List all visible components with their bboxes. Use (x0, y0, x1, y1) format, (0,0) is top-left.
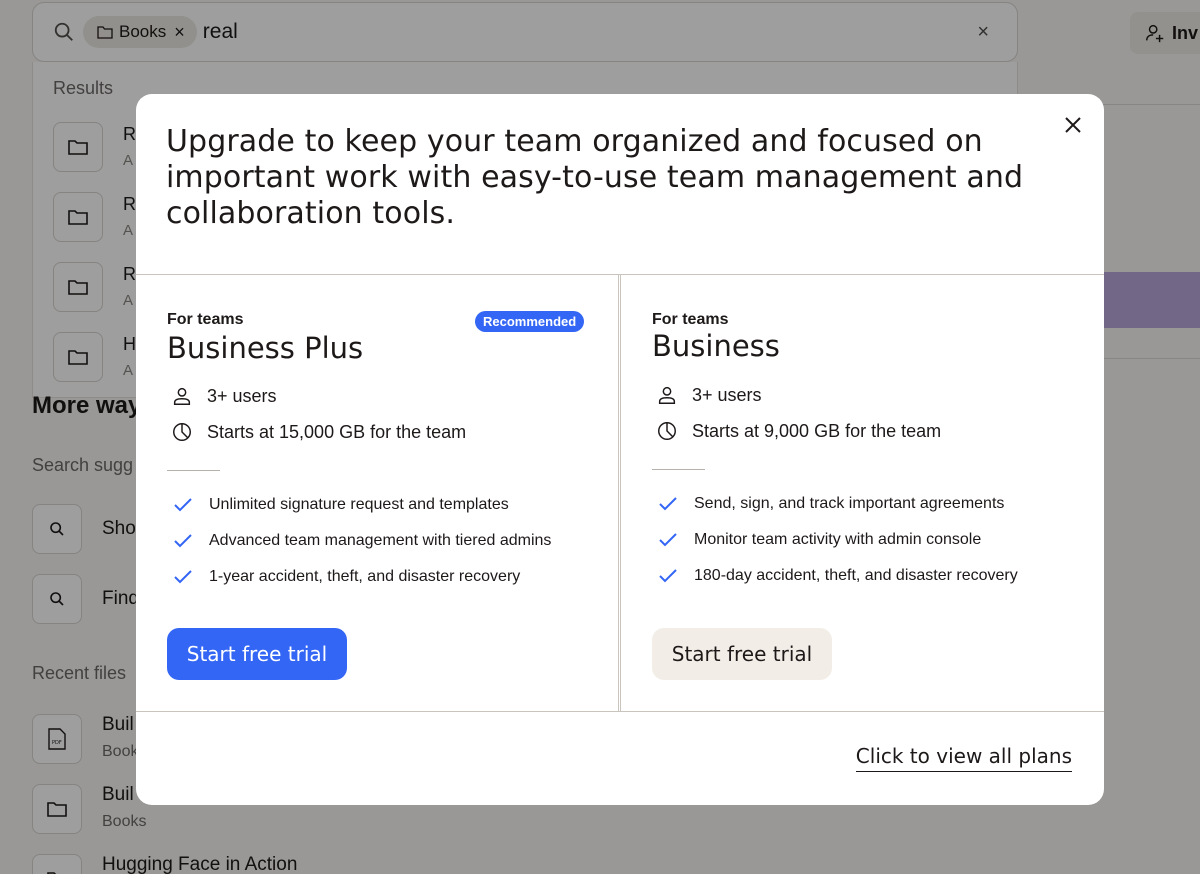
plan-feature-text: 1-year accident, theft, and disaster rec… (209, 568, 521, 585)
plan-feature: Advanced team management with tiered adm… (173, 531, 551, 551)
check-icon (174, 498, 192, 512)
plan-feature-text: Send, sign, and track important agreemen… (694, 495, 1005, 512)
plan-storage: Starts at 15,000 GB for the team (207, 421, 467, 442)
plan-feature: Monitor team activity with admin console (658, 530, 981, 550)
plan-users: 3+ users (207, 385, 277, 406)
plan-storage: Starts at 9,000 GB for the team (692, 420, 942, 441)
check-icon (659, 497, 677, 511)
plan-feature-text: Advanced team management with tiered adm… (209, 532, 552, 549)
plan-storage-row: Starts at 9,000 GB for the team (656, 420, 941, 442)
plan-name: Business Plus (167, 331, 364, 365)
plan-storage-row: Starts at 15,000 GB for the team (171, 421, 466, 443)
check-icon (659, 533, 677, 547)
recommended-badge: Recommended (475, 311, 585, 332)
start-free-trial-button[interactable]: Start free trial (652, 628, 832, 680)
plan-name: Business (652, 329, 780, 363)
user-icon (171, 385, 193, 407)
plan-card-business-plus: For teams Recommended Business Plus 3+ u… (136, 275, 619, 711)
plan-users: 3+ users (692, 384, 762, 405)
pie-chart-icon (656, 420, 678, 442)
plan-users-row: 3+ users (656, 384, 762, 406)
plan-users-row: 3+ users (171, 385, 277, 407)
check-icon (174, 570, 192, 584)
plan-card-business: For teams Business 3+ users Starts at 9,… (620, 275, 1104, 711)
plan-divider (167, 470, 220, 471)
plan-feature-text: 180-day accident, theft, and disaster re… (694, 567, 1018, 584)
plan-feature: 180-day accident, theft, and disaster re… (658, 566, 1018, 586)
close-icon[interactable] (1058, 110, 1088, 140)
plan-feature: Send, sign, and track important agreemen… (658, 494, 1004, 514)
view-all-plans-link[interactable]: Click to view all plans (855, 744, 1072, 772)
plans-section: For teams Recommended Business Plus 3+ u… (136, 274, 1104, 712)
plan-feature: Unlimited signature request and template… (173, 495, 509, 515)
upgrade-modal: Upgrade to keep your team organized and … (136, 94, 1104, 805)
plan-feature: 1-year accident, theft, and disaster rec… (173, 567, 520, 587)
plan-eyebrow: For teams (652, 311, 729, 328)
plan-divider (652, 469, 705, 470)
pie-chart-icon (171, 421, 193, 443)
plan-feature-text: Monitor team activity with admin console (694, 531, 982, 548)
modal-headline: Upgrade to keep your team organized and … (166, 124, 1024, 231)
plan-eyebrow: For teams (167, 311, 244, 328)
start-free-trial-button[interactable]: Start free trial (167, 628, 347, 680)
check-icon (659, 569, 677, 583)
user-icon (656, 384, 678, 406)
check-icon (174, 534, 192, 548)
plan-feature-text: Unlimited signature request and template… (209, 496, 509, 513)
